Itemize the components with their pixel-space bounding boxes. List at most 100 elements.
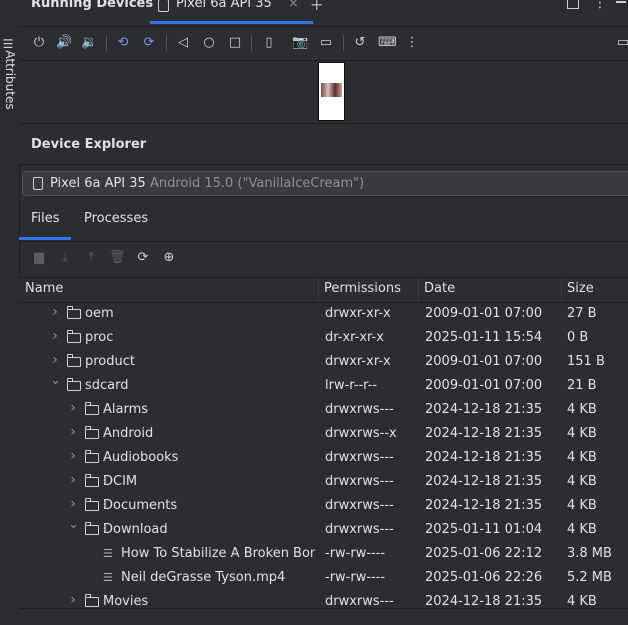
date-cell: 2024-12-18 21:35 [425,594,543,609]
permissions-cell: drwxrws--- [325,474,394,489]
rotate-left-icon[interactable]: ⟲ [115,35,131,51]
window-icon[interactable]: ▭ [615,35,628,51]
screen-record-icon[interactable]: ▭ [318,35,334,51]
download-icon[interactable]: ⤓ [57,250,73,266]
chevron-right-icon[interactable]: › [50,352,60,368]
table-row[interactable]: ☰ How To Stabilize A Broken Bone -rw-rw---… [19,542,628,566]
table-row[interactable]: › product drwxr-xr-x 2009-01-01 07:00 151 B [19,350,628,374]
column-date[interactable]: Date [424,281,455,296]
upload-icon[interactable]: ⤒ [83,250,99,266]
size-cell: 5.2 MB [567,570,612,585]
folder-icon [66,354,81,367]
locate-icon[interactable]: ⊕ [161,250,177,266]
column-permissions[interactable]: Permissions [324,281,401,296]
more-icon[interactable]: ⋮ [404,35,420,51]
table-body: › oem drwxr-xr-x 2009-01-01 07:00 27 B › proc d… [19,302,628,611]
size-cell: 151 B [567,354,605,369]
home-icon[interactable]: ○ [201,35,217,51]
column-divider[interactable] [318,278,319,302]
table-row[interactable]: ⌄ Download drwxrws--- 2025-01-11 01:04 4 KB [19,517,628,542]
size-cell: 27 B [567,306,597,321]
reset-icon[interactable]: ↺ [352,35,368,51]
toolbar-separator [166,35,167,51]
options-icon[interactable]: ⋮ [593,0,607,11]
size-cell: 3.8 MB [567,546,612,561]
chevron-right-icon[interactable]: › [50,328,60,344]
add-tab-icon[interactable]: + [310,0,323,14]
permissions-cell: -rw-rw---- [325,570,386,585]
rotate-right-icon[interactable]: ⟳ [141,35,157,51]
sync-icon[interactable]: ⟳ [135,250,151,266]
chevron-right-icon[interactable]: › [68,400,78,416]
table-row[interactable]: ⌄ sdcard lrw-r--r-- 2009-01-01 07:00 21 B [19,373,628,398]
size-cell: 4 KB [567,474,597,489]
column-name[interactable]: Name [25,281,63,296]
tab-files[interactable]: Files [31,211,60,226]
date-cell: 2009-01-01 07:00 [425,354,543,369]
tab-processes[interactable]: Processes [84,211,148,226]
file-name: Audiobooks [103,450,179,465]
device-screen[interactable] [318,62,345,121]
file-name: Documents [103,498,178,513]
date-cell: 2025-01-06 22:12 [425,546,543,561]
device-toolbar: ⏻ 🔊 🔉 ⟲ ⟳ ◁ ○ □ ▯ 📷 ▭ ↺ ⌨ ⋮ ▭ [19,27,628,61]
back-icon[interactable]: ◁ [175,35,191,51]
chevron-right-icon[interactable]: › [68,592,78,608]
running-devices-header: Running Devices Pixel 6a API 35 × + ⋮ [19,0,628,27]
device-selector[interactable]: Pixel 6a API 35 Android 15.0 ("VanillaIc… [22,171,628,196]
folder-icon [66,330,81,343]
column-divider[interactable] [418,278,419,302]
volume-down-icon[interactable]: 🔉 [81,35,97,51]
table-header: Name Permissions Date Size [19,277,628,303]
permissions-cell: drwxrws--- [325,498,394,513]
keyboard-icon[interactable]: ⌨ [378,35,397,51]
table-row[interactable]: › Alarms drwxrws--- 2024-12-18 21:35 4 KB [19,398,628,422]
delete-icon[interactable]: 🗑 [109,250,126,266]
layout-icon[interactable] [567,0,579,9]
date-cell: 2024-12-18 21:35 [425,426,543,441]
file-name: How To Stabilize A Broken Bone [121,546,315,561]
table-row[interactable]: ☰ Neil deGrasse Tyson.mp4 -rw-rw---- 2025-0… [19,566,628,590]
table-row[interactable]: › Android drwxrws--x 2024-12-18 21:35 4 KB [19,422,628,446]
toolbar-separator [106,35,107,51]
size-cell: 0 B [567,330,589,345]
chevron-right-icon[interactable]: › [68,496,78,512]
volume-up-icon[interactable]: 🔊 [56,35,72,51]
overview-icon[interactable]: □ [227,35,243,51]
chevron-down-icon[interactable]: ⌄ [68,517,79,532]
file-icon: ☰ [103,571,113,584]
screenshot-icon[interactable]: 📷 [292,35,308,51]
date-cell: 2025-01-06 22:26 [425,570,543,585]
explorer-tabs: Files Processes [19,204,628,242]
table-row[interactable]: › DCIM drwxrws--- 2024-12-18 21:35 4 KB [19,470,628,494]
permissions-cell: -rw-rw---- [325,546,386,561]
chevron-right-icon[interactable]: › [68,472,78,488]
tab-pixel-6a[interactable]: Pixel 6a API 35 × [150,0,313,21]
device-tab-icon [158,0,169,12]
device-icon [33,177,43,190]
column-divider[interactable] [561,278,562,302]
power-icon[interactable]: ⏻ [31,35,47,51]
chevron-down-icon[interactable]: ⌄ [50,373,61,388]
size-cell: 4 KB [567,426,597,441]
close-icon[interactable]: × [288,0,299,11]
new-folder-icon[interactable]: ▆ [31,250,47,266]
attributes-tab[interactable]: Attributes [2,44,18,116]
chevron-right-icon[interactable]: › [68,424,78,440]
table-row[interactable]: › Documents drwxrws--- 2024-12-18 21:35 4 KB [19,494,628,518]
size-cell: 4 KB [567,450,597,465]
folder-icon [84,594,99,607]
permissions-cell: drwxr-xr-x [325,354,391,369]
chevron-right-icon[interactable]: › [68,448,78,464]
table-row[interactable]: › oem drwxr-xr-x 2009-01-01 07:00 27 B [19,302,628,326]
chevron-right-icon[interactable]: › [50,304,60,320]
table-row[interactable]: › proc dr-xr-xr-x 2025-01-11 15:54 0 B [19,326,628,350]
table-row[interactable]: › Audiobooks drwxrws--- 2024-12-18 21:35 4 K… [19,446,628,470]
minimize-icon[interactable] [616,1,626,3]
left-tool-strip: ☰ Attributes [0,0,20,624]
folder-link-icon [66,378,81,391]
permissions-cell: drwxrws--- [325,402,394,417]
device-state-icon[interactable]: ▯ [261,35,277,51]
folder-icon [84,498,99,511]
column-size[interactable]: Size [567,281,594,296]
